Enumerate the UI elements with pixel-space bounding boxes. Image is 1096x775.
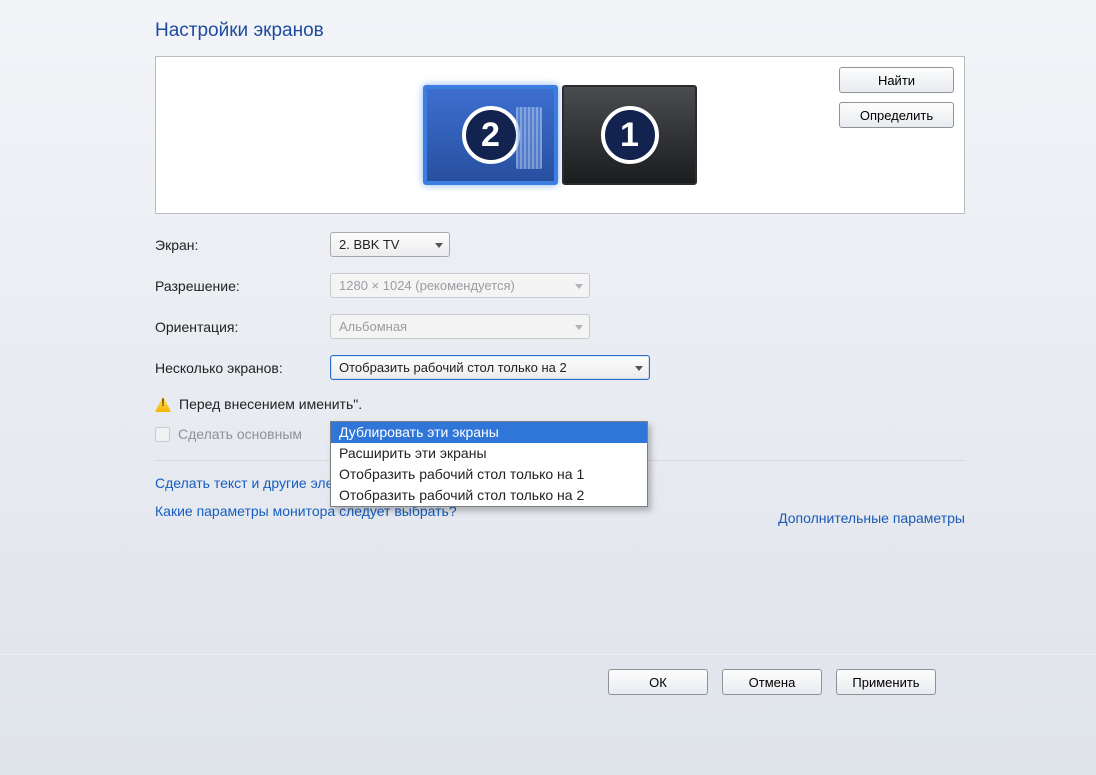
resolution-combo-value: 1280 × 1024 (рекомендуется) bbox=[339, 278, 515, 293]
multi-option-duplicate[interactable]: Дублировать эти экраны bbox=[331, 422, 647, 443]
cancel-button[interactable]: Отмена bbox=[722, 669, 822, 695]
display-arrangement-box: 2 1 Найти Определить bbox=[155, 56, 965, 214]
multi-screens-label: Несколько экранов: bbox=[155, 360, 330, 376]
multi-screens-combo-value: Отобразить рабочий стол только на 2 bbox=[339, 360, 567, 375]
chevron-down-icon bbox=[635, 366, 643, 371]
chevron-down-icon bbox=[575, 284, 583, 289]
multi-option-only1[interactable]: Отобразить рабочий стол только на 1 bbox=[331, 464, 647, 485]
multi-option-only2[interactable]: Отобразить рабочий стол только на 2 bbox=[331, 485, 647, 506]
display-combo[interactable]: 2. BBK TV bbox=[330, 232, 450, 257]
make-primary-label: Сделать основным bbox=[178, 426, 302, 442]
page-title: Настройки экранов bbox=[155, 20, 965, 42]
monitor-number: 1 bbox=[620, 118, 639, 152]
monitor-1[interactable]: 1 bbox=[562, 85, 697, 185]
chevron-down-icon bbox=[435, 243, 443, 248]
warning-text: Перед внесением именить". bbox=[179, 396, 362, 412]
identify-button[interactable]: Определить bbox=[839, 102, 954, 128]
warning-icon bbox=[155, 396, 171, 412]
resolution-label: Разрешение: bbox=[155, 278, 330, 294]
find-button[interactable]: Найти bbox=[839, 67, 954, 93]
advanced-settings-link[interactable]: Дополнительные параметры bbox=[778, 510, 965, 526]
display-combo-value: 2. BBK TV bbox=[339, 237, 399, 252]
make-primary-checkbox bbox=[155, 427, 170, 442]
multi-screens-combo[interactable]: Отобразить рабочий стол только на 2 bbox=[330, 355, 650, 380]
orientation-label: Ориентация: bbox=[155, 319, 330, 335]
chevron-down-icon bbox=[575, 325, 583, 330]
resolution-combo: 1280 × 1024 (рекомендуется) bbox=[330, 273, 590, 298]
apply-button[interactable]: Применить bbox=[836, 669, 936, 695]
orientation-combo-value: Альбомная bbox=[339, 319, 407, 334]
monitor-2[interactable]: 2 bbox=[423, 85, 558, 185]
multi-screens-dropdown[interactable]: Дублировать эти экраны Расширить эти экр… bbox=[330, 421, 648, 507]
multi-option-extend[interactable]: Расширить эти экраны bbox=[331, 443, 647, 464]
orientation-combo: Альбомная bbox=[330, 314, 590, 339]
ok-button[interactable]: ОК bbox=[608, 669, 708, 695]
display-label: Экран: bbox=[155, 237, 330, 253]
monitor-number: 2 bbox=[481, 118, 500, 152]
